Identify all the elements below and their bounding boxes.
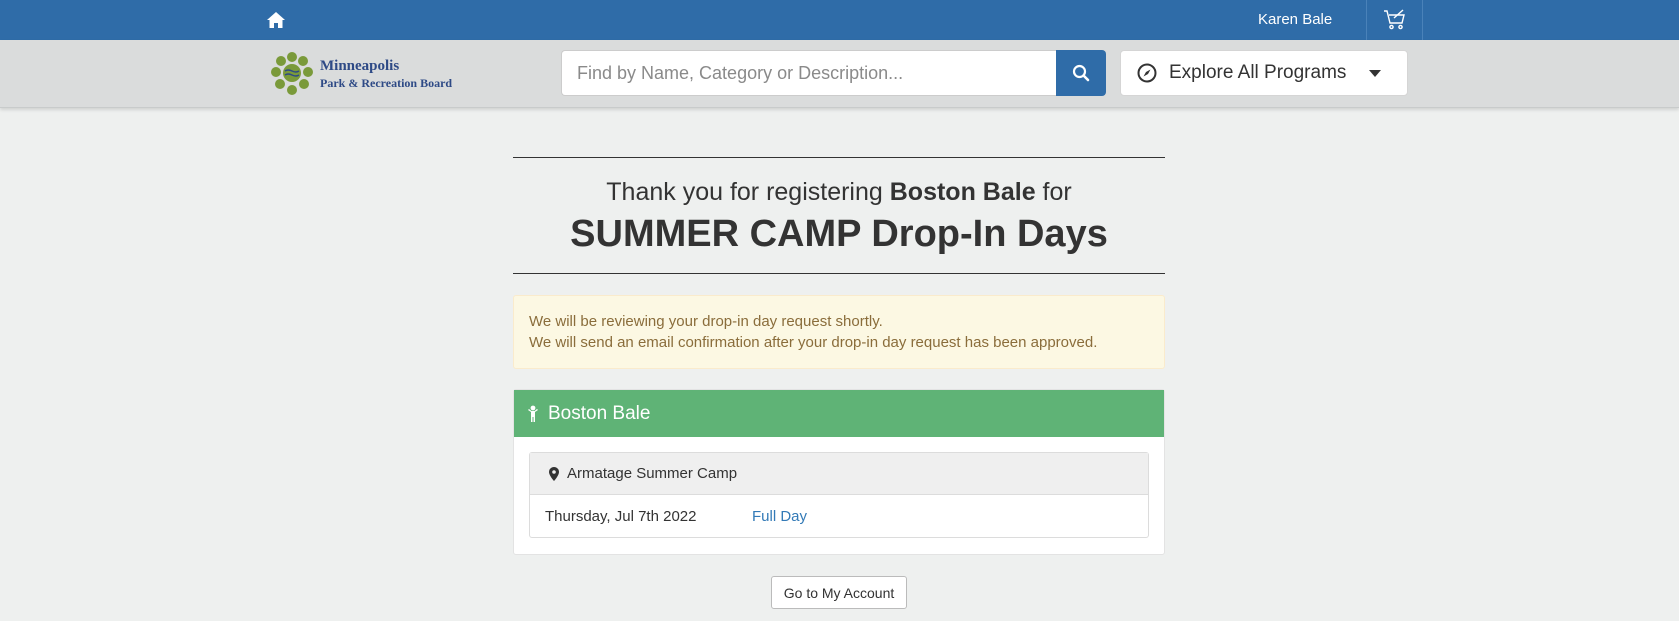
divider <box>513 273 1165 274</box>
divider <box>513 157 1165 158</box>
confirmation-content: Thank you for registering Boston Bale fo… <box>513 157 1165 555</box>
search-input[interactable] <box>561 50 1056 96</box>
mprb-logo[interactable]: Minneapolis Park & Recreation Board <box>268 51 468 97</box>
user-menu[interactable]: Karen Bale <box>1258 11 1332 28</box>
logo-title: Minneapolis <box>320 58 400 75</box>
explore-programs-dropdown[interactable]: Explore All Programs <box>1120 50 1408 96</box>
logo-tree-icon <box>271 52 313 95</box>
map-marker-icon <box>548 466 560 482</box>
thanks-heading: Thank you for registering Boston Bale fo… <box>606 178 1072 206</box>
logo-subtitle: Park & Recreation Board <box>320 75 453 90</box>
session-row: Thursday, Jul 7th 2022 Full Day <box>530 495 1148 537</box>
child-icon <box>526 404 540 424</box>
location-name: Armatage Summer Camp <box>567 465 738 482</box>
search-button[interactable] <box>1056 50 1106 96</box>
explore-label: Explore All Programs <box>1169 62 1347 83</box>
home-icon[interactable] <box>266 10 286 30</box>
caret-down-icon <box>1369 70 1381 77</box>
registration-panel: Boston Bale Armatage Summer Camp Thursda… <box>513 389 1165 555</box>
compass-icon <box>1137 63 1157 83</box>
review-notice-alert: We will be reviewing your drop-in day re… <box>513 295 1165 369</box>
session-date: Thursday, Jul 7th 2022 <box>545 507 697 525</box>
top-nav-bar: Karen Bale <box>0 0 1679 40</box>
alert-line-1: We will be reviewing your drop-in day re… <box>529 313 883 330</box>
search-bar <box>561 50 1106 96</box>
camp-session-card: Armatage Summer Camp Thursday, Jul 7th 2… <box>529 452 1149 538</box>
session-type-link[interactable]: Full Day <box>752 508 807 525</box>
go-to-account-button[interactable]: Go to My Account <box>771 576 907 609</box>
divider <box>1422 0 1423 40</box>
program-title: SUMMER CAMP Drop-In Days <box>570 213 1108 255</box>
location-header: Armatage Summer Camp <box>530 453 1148 495</box>
alert-line-2: We will send an email confirmation after… <box>529 334 1098 351</box>
search-icon <box>1072 64 1090 82</box>
cart-icon[interactable] <box>1367 0 1422 40</box>
participant-header: Boston Bale <box>514 390 1164 437</box>
participant-name: Boston Bale <box>548 402 651 424</box>
site-header: Minneapolis Park & Recreation Board Expl… <box>0 40 1679 108</box>
participant-name: Boston Bale <box>889 178 1036 206</box>
